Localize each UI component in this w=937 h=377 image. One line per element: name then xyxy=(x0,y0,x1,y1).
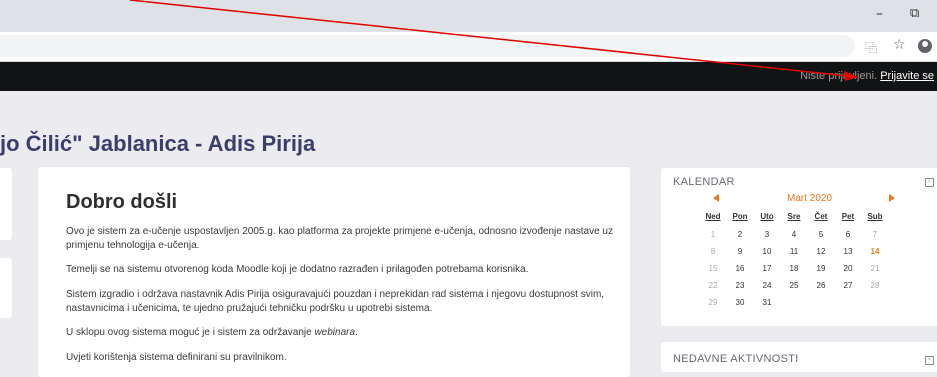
calendar-day[interactable]: 15 xyxy=(702,264,724,273)
calendar-day[interactable]: 26 xyxy=(810,281,832,290)
calendar-day[interactable]: 31 xyxy=(756,298,778,307)
welcome-title: Dobro došli xyxy=(66,191,178,213)
calendar-weekday-header: Uto xyxy=(760,212,774,221)
calendar-month[interactable]: Mart 2020 xyxy=(787,193,832,204)
calendar-day[interactable]: 24 xyxy=(756,281,778,290)
calendar-weekday-header: Pon xyxy=(732,212,748,221)
calendar-day[interactable]: 27 xyxy=(837,281,859,290)
calendar-day[interactable]: 9 xyxy=(729,247,751,256)
calendar-day[interactable]: 29 xyxy=(702,298,724,307)
login-info: Niste prijavljeni. Prijavite se xyxy=(800,70,934,82)
webinar-paragraph: U sklopu ovog sistema moguć je i sistem … xyxy=(66,326,626,340)
calendar-day[interactable]: 7 xyxy=(864,230,886,239)
calendar-day[interactable]: 8 xyxy=(702,247,724,256)
bookmark-star-icon[interactable]: ☆ xyxy=(893,37,906,53)
calendar-weekday-header: Čet xyxy=(814,212,828,221)
login-link[interactable]: Prijavite se xyxy=(880,70,934,82)
calendar-day[interactable]: 18 xyxy=(783,264,805,273)
webinar-emphasis: webinara xyxy=(314,327,356,338)
calendar-day[interactable]: 14 xyxy=(864,247,886,256)
restore-window-icon[interactable]: ⧉ xyxy=(910,6,919,21)
calendar-weekday-header: Pet xyxy=(841,212,855,221)
browser-toolbar: ⿻ ☆ xyxy=(0,32,937,62)
intro-paragraph: Ovo je sistem za e-učenje uspostavljen 2… xyxy=(66,226,613,251)
terms-paragraph: Uvjeti korištenja sistema definirani su … xyxy=(66,352,287,363)
previous-month-icon[interactable] xyxy=(713,194,719,202)
recent-activity-title: NEDAVNE AKTIVNOSTI xyxy=(673,353,799,365)
minimize-icon[interactable]: – xyxy=(876,6,883,22)
main-content-card: Dobro došli Ovo je sistem za e-učenje us… xyxy=(38,167,630,377)
translate-icon[interactable]: ⿻ xyxy=(865,39,877,56)
calendar-day[interactable]: 3 xyxy=(756,230,778,239)
calendar-day[interactable]: 10 xyxy=(756,247,778,256)
calendar-block: KALENDAR ▫ Mart 2020 Ned Pon Uto Sre Čet Pet S… xyxy=(661,168,937,326)
window-titlebar: – ⧉ xyxy=(0,0,937,32)
calendar-day[interactable]: 11 xyxy=(783,247,805,256)
account-icon[interactable] xyxy=(918,39,932,53)
calendar-day[interactable]: 23 xyxy=(729,281,751,290)
site-navbar: Niste prijavljeni. Prijavite se xyxy=(0,62,937,91)
calendar-day[interactable]: 13 xyxy=(837,247,859,256)
calendar-day[interactable]: 16 xyxy=(729,264,751,273)
calendar-day[interactable]: 19 xyxy=(810,264,832,273)
webinar-text: U sklopu ovog sistema moguć je i sistem … xyxy=(66,327,315,338)
calendar-day[interactable]: 20 xyxy=(837,264,859,273)
calendar-day[interactable]: 25 xyxy=(783,281,805,290)
calendar-day[interactable]: 12 xyxy=(810,247,832,256)
collapse-block-icon[interactable]: ▫ xyxy=(925,356,934,365)
calendar-day[interactable]: 1 xyxy=(702,230,724,239)
calendar-weekday-header: Ned xyxy=(705,212,721,221)
recent-activity-block: NEDAVNE AKTIVNOSTI ▫ xyxy=(661,342,937,372)
left-block xyxy=(0,258,12,318)
calendar-day[interactable]: 21 xyxy=(864,264,886,273)
calendar-day[interactable]: 28 xyxy=(864,281,886,290)
calendar-day[interactable]: 6 xyxy=(837,230,859,239)
page-title: jo Čilić" Jablanica - Adis Pirija xyxy=(0,131,316,156)
collapse-block-icon[interactable]: ▫ xyxy=(925,178,934,187)
calendar-title: KALENDAR xyxy=(673,176,735,188)
login-status-text: Niste prijavljeni. xyxy=(800,70,878,82)
calendar-day[interactable]: 4 xyxy=(783,230,805,239)
calendar-day[interactable]: 22 xyxy=(702,281,724,290)
webinar-period: . xyxy=(355,327,358,338)
calendar-weekday-header: Sre xyxy=(787,212,801,221)
calendar-day[interactable]: 2 xyxy=(729,230,751,239)
calendar-day[interactable]: 17 xyxy=(756,264,778,273)
calendar-weekday-header: Sub xyxy=(867,212,883,221)
calendar-day[interactable]: 5 xyxy=(810,230,832,239)
calendar-day[interactable]: 30 xyxy=(729,298,751,307)
next-month-icon[interactable] xyxy=(889,194,895,202)
address-bar[interactable] xyxy=(0,35,855,57)
maintainer-paragraph: Sistem izgradio i održava nastavnik Adis… xyxy=(66,289,605,314)
moodle-paragraph: Temelji se na sistemu otvorenog koda Moo… xyxy=(66,264,529,275)
left-block xyxy=(0,168,12,240)
